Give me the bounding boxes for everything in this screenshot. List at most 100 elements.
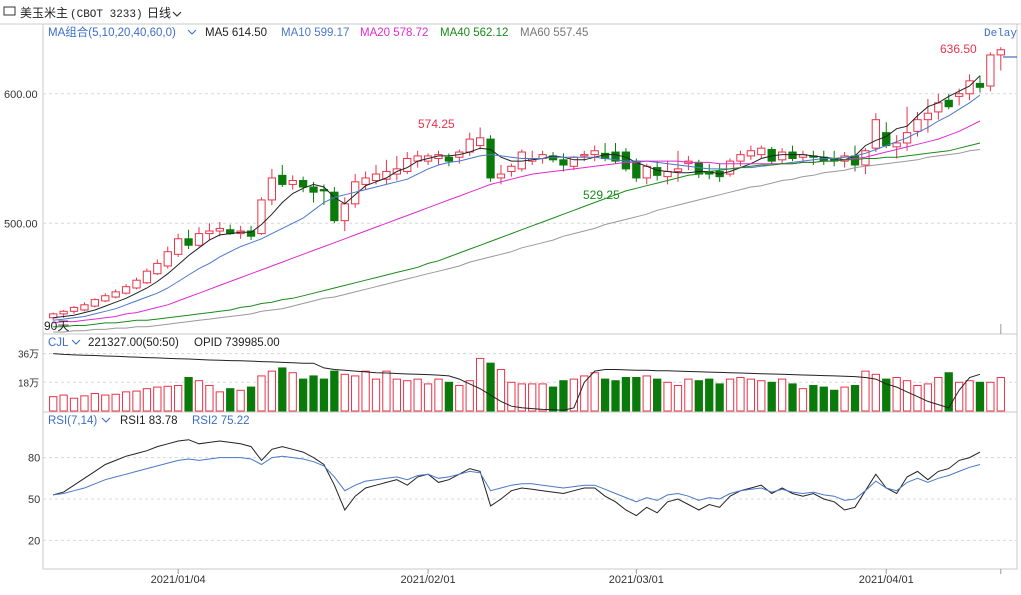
volume-bar[interactable]: [621, 377, 631, 412]
candle-body[interactable]: [288, 180, 297, 185]
candle-body[interactable]: [580, 154, 589, 157]
volume-bar[interactable]: [569, 378, 579, 412]
ma-combo-label[interactable]: MA组合(5,10,20,40,60,0): [48, 25, 176, 39]
candle-body[interactable]: [101, 295, 110, 302]
volume-bar[interactable]: [142, 388, 152, 412]
candle-body[interactable]: [559, 159, 568, 166]
candle-body[interactable]: [80, 304, 89, 311]
volume-bar[interactable]: [892, 377, 901, 412]
volume-bar[interactable]: [580, 375, 589, 412]
candle-body[interactable]: [298, 180, 308, 188]
candle-body[interactable]: [788, 151, 797, 160]
candle-body[interactable]: [215, 227, 224, 232]
candle-body[interactable]: [403, 158, 412, 172]
volume-bar[interactable]: [90, 392, 100, 412]
candle-body[interactable]: [673, 168, 683, 172]
candle-body[interactable]: [278, 174, 287, 185]
volume-bar[interactable]: [111, 393, 120, 412]
volume-bar[interactable]: [746, 378, 756, 412]
candle-body[interactable]: [975, 82, 985, 88]
candle-body[interactable]: [496, 173, 506, 179]
volume-bar[interactable]: [653, 378, 662, 412]
volume-bar[interactable]: [444, 381, 454, 412]
volume-bar[interactable]: [403, 380, 412, 412]
volume-bar[interactable]: [392, 378, 401, 412]
volume-bar[interactable]: [361, 370, 370, 412]
candle-body[interactable]: [954, 93, 964, 97]
volume-bar[interactable]: [965, 380, 974, 412]
volume-bar[interactable]: [184, 377, 193, 412]
candle-body[interactable]: [569, 156, 579, 167]
volume-bar[interactable]: [59, 394, 68, 412]
rsi-panel[interactable]: [53, 439, 981, 517]
candle-body[interactable]: [184, 238, 193, 246]
volume-bar[interactable]: [923, 383, 933, 412]
volume-bar[interactable]: [590, 372, 599, 412]
volume-bar[interactable]: [486, 362, 495, 412]
chevron-down-icon[interactable]: [187, 29, 197, 35]
volume-bar[interactable]: [423, 383, 433, 412]
volume-bar[interactable]: [351, 375, 360, 412]
candle-body[interactable]: [986, 54, 995, 87]
candle-body[interactable]: [142, 270, 152, 284]
candle-body[interactable]: [371, 173, 381, 182]
volume-bar[interactable]: [850, 384, 860, 412]
candle-body[interactable]: [111, 291, 120, 298]
volume-bar[interactable]: [101, 394, 110, 412]
volume-bar[interactable]: [205, 384, 214, 412]
candle-body[interactable]: [746, 150, 756, 157]
volume-bar[interactable]: [475, 357, 485, 412]
volume-bar[interactable]: [455, 384, 464, 412]
candle-body[interactable]: [777, 151, 787, 161]
volume-bar[interactable]: [288, 372, 297, 412]
volume-bar[interactable]: [371, 378, 381, 412]
chevron-down-icon[interactable]: [101, 417, 111, 423]
volume-bar[interactable]: [642, 375, 651, 412]
volume-bar[interactable]: [975, 381, 985, 412]
candle-body[interactable]: [923, 112, 933, 121]
candle-body[interactable]: [121, 286, 131, 294]
candle-body[interactable]: [309, 186, 318, 193]
volume-bar[interactable]: [736, 377, 745, 412]
candle-body[interactable]: [267, 177, 277, 201]
volume-bar[interactable]: [257, 375, 266, 412]
candle-body[interactable]: [90, 299, 100, 307]
volume-bar[interactable]: [278, 367, 287, 412]
candle-body[interactable]: [205, 230, 214, 235]
volume-bar[interactable]: [226, 388, 235, 412]
candle-body[interactable]: [475, 137, 485, 147]
volume-bar[interactable]: [267, 370, 277, 412]
volume-bar[interactable]: [902, 380, 912, 412]
volume-bar[interactable]: [777, 378, 787, 412]
candle-body[interactable]: [590, 150, 599, 156]
candle-body[interactable]: [361, 177, 370, 185]
volume-bar[interactable]: [538, 383, 547, 412]
instrument-name[interactable]: 美玉米主: [20, 6, 68, 20]
period-select[interactable]: 日线: [147, 6, 171, 20]
volume-bar[interactable]: [809, 384, 818, 412]
candle-body[interactable]: [465, 138, 474, 153]
volume-bar[interactable]: [236, 389, 245, 412]
rsi-label[interactable]: RSI(7,14): [48, 415, 97, 427]
candle-body[interactable]: [507, 165, 516, 172]
volume-bar[interactable]: [132, 390, 141, 412]
candle-body[interactable]: [340, 203, 349, 222]
volume-bar[interactable]: [319, 378, 329, 412]
volume-bar[interactable]: [611, 380, 620, 412]
volume-bar[interactable]: [413, 378, 422, 412]
volume-bar[interactable]: [986, 381, 995, 412]
volume-bar[interactable]: [663, 381, 672, 412]
volume-bar[interactable]: [246, 386, 256, 412]
candle-body[interactable]: [194, 233, 204, 246]
volume-bar[interactable]: [715, 383, 724, 412]
candle-body[interactable]: [132, 279, 141, 289]
volume-bar[interactable]: [309, 375, 318, 412]
volume-bar[interactable]: [340, 373, 349, 412]
volume-bar[interactable]: [174, 384, 183, 412]
candle-body[interactable]: [444, 156, 454, 162]
candle-body[interactable]: [69, 306, 79, 312]
volume-bar[interactable]: [69, 397, 79, 412]
volume-bar[interactable]: [121, 391, 131, 412]
volume-bar[interactable]: [767, 381, 776, 412]
candle-body[interactable]: [736, 154, 745, 162]
